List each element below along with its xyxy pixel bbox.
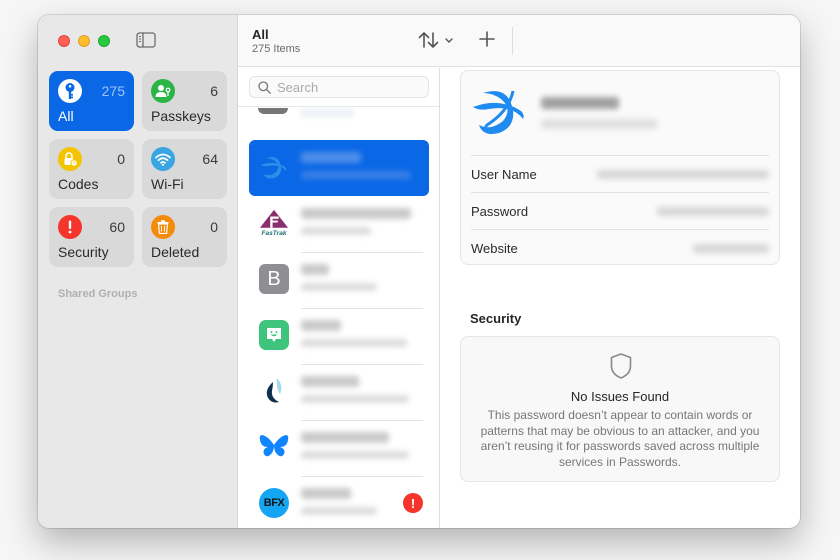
item-subtitle-redacted <box>301 451 409 459</box>
category-label: All <box>58 108 74 124</box>
wifi-icon <box>151 147 175 171</box>
field-value-redacted[interactable] <box>657 207 769 216</box>
item-subtitle-redacted <box>301 171 411 179</box>
item-title-redacted <box>301 208 411 219</box>
minimize-window-button[interactable] <box>78 35 90 47</box>
category-security[interactable]: 60 Security <box>49 207 134 267</box>
category-label: Security <box>58 244 109 260</box>
bluesky-butterfly-logo <box>259 432 289 462</box>
list-item[interactable] <box>249 308 429 365</box>
field-row-password[interactable]: Password <box>471 192 769 229</box>
category-label: Passkeys <box>151 108 211 124</box>
bfx-logo: BFX <box>259 488 289 518</box>
list-item[interactable] <box>249 420 429 477</box>
close-window-button[interactable] <box>58 35 70 47</box>
category-label: Codes <box>58 176 99 192</box>
field-value-redacted[interactable] <box>597 170 769 179</box>
list-item[interactable] <box>249 364 429 421</box>
security-alert-badge: ! <box>403 493 423 513</box>
field-label: Password <box>471 204 529 219</box>
security-heading: No Issues Found <box>570 389 670 404</box>
category-count: 0 <box>117 151 125 167</box>
item-title-redacted <box>301 152 361 163</box>
toolbar: All 275 Items Edit <box>238 15 800 67</box>
shield-icon <box>610 353 632 379</box>
window-controls <box>58 35 110 47</box>
item-subtitle-redacted <box>301 227 371 235</box>
partial-item-logo <box>258 108 288 114</box>
item-title-redacted <box>301 320 341 331</box>
list-title: All <box>252 27 269 42</box>
category-count: 275 <box>101 83 125 99</box>
field-label: Website <box>471 241 518 256</box>
security-card: No Issues Found This password doesn’t ap… <box>460 336 780 482</box>
shared-groups-heading[interactable]: Shared Groups <box>58 288 137 300</box>
category-count: 6 <box>210 83 218 99</box>
field-label: User Name <box>471 167 537 182</box>
person-key-icon <box>151 79 175 103</box>
item-title-redacted <box>301 264 329 275</box>
field-row-username[interactable]: User Name <box>471 155 769 192</box>
bitmoji-logo <box>259 320 289 350</box>
item-count: 275 Items <box>252 43 301 55</box>
item-subtitle-redacted <box>301 395 409 403</box>
sidebar: 275 All 6 Passkeys 0 Codes 64 Wi-Fi 60 S… <box>38 15 238 528</box>
category-count: 0 <box>210 219 218 235</box>
password-list: FasTrak B <box>238 68 440 528</box>
sort-arrows-icon <box>418 32 439 48</box>
search-input[interactable] <box>277 79 417 95</box>
category-passkeys[interactable]: 6 Passkeys <box>142 71 227 131</box>
item-title-redacted <box>301 376 359 387</box>
plus-icon[interactable] <box>476 28 498 50</box>
list-item[interactable] <box>249 140 429 196</box>
category-codes[interactable]: 0 Codes <box>49 139 134 199</box>
category-deleted[interactable]: 0 Deleted <box>142 207 227 267</box>
trash-icon <box>151 215 175 239</box>
security-description: This password doesn’t appear to contain … <box>480 408 760 469</box>
exclamation-icon <box>58 215 82 239</box>
category-label: Deleted <box>151 244 200 260</box>
item-subtitle-redacted <box>301 507 377 515</box>
item-subtitle-redacted <box>301 283 377 291</box>
category-label: Wi-Fi <box>151 176 184 192</box>
key-icon <box>58 79 82 103</box>
list-item[interactable]: B <box>249 252 429 309</box>
list-item[interactable]: FasTrak <box>249 196 429 253</box>
zoom-window-button[interactable] <box>98 35 110 47</box>
field-row-website[interactable]: Website <box>471 229 769 266</box>
svg-text:FasTrak: FasTrak <box>262 230 287 237</box>
detail-pane: User Name Password Website Security No I… <box>440 68 800 528</box>
security-section-title: Security <box>470 311 522 326</box>
passwords-window: 275 All 6 Passkeys 0 Codes 64 Wi-Fi 60 S… <box>38 15 800 528</box>
credential-card: User Name Password Website <box>460 70 780 265</box>
partial-item-text-redacted <box>300 108 354 118</box>
item-title-redacted <box>301 432 389 443</box>
category-count: 64 <box>202 151 218 167</box>
credential-subtitle-redacted <box>541 119 657 129</box>
lock-clock-icon <box>58 147 82 171</box>
category-all[interactable]: 275 All <box>49 71 134 131</box>
item-title-redacted <box>301 488 351 499</box>
fastrak-logo: FasTrak <box>259 208 289 238</box>
search-field[interactable] <box>249 76 429 98</box>
credential-title-redacted <box>541 97 619 109</box>
category-count: 60 <box>109 219 125 235</box>
category-tiles: 275 All 6 Passkeys 0 Codes 64 Wi-Fi 60 S… <box>49 71 227 267</box>
chevron-down-icon <box>445 37 453 43</box>
letter-b-logo: B <box>259 264 289 294</box>
search-icon <box>258 80 271 94</box>
blinkhealth-logo <box>259 376 289 406</box>
item-subtitle-redacted <box>301 339 407 347</box>
sidebar-toggle-icon[interactable] <box>136 32 156 48</box>
field-value-redacted[interactable] <box>693 244 769 253</box>
toolbar-divider <box>512 27 513 55</box>
sort-button[interactable] <box>418 29 460 51</box>
battlenet-logo <box>473 90 524 135</box>
battlenet-logo <box>259 152 289 182</box>
search-divider <box>238 106 439 107</box>
list-item[interactable]: BFX ! <box>249 476 429 528</box>
category-wifi[interactable]: 64 Wi-Fi <box>142 139 227 199</box>
